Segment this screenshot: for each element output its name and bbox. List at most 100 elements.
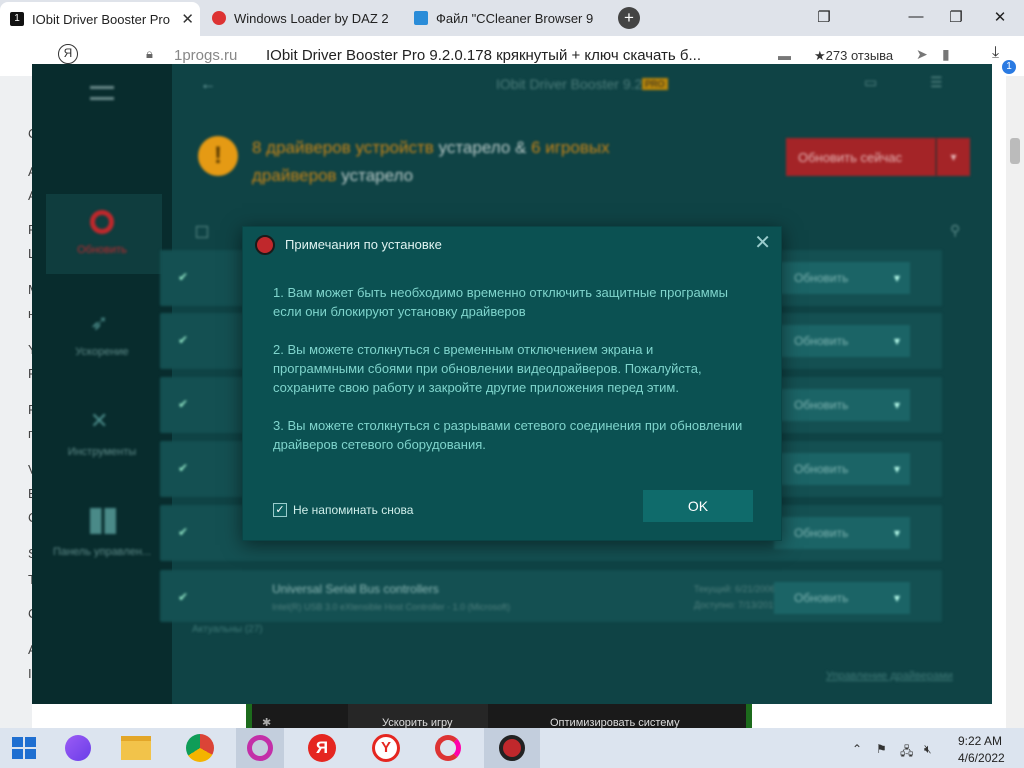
tab-ccleaner[interactable]: Файл "CCleaner Browser 9 [404,4,600,32]
yandex-browser-button[interactable]: Y [362,728,410,768]
note-2: 2. Вы можете столкнуться с временным отк… [273,342,702,395]
file-explorer-button[interactable] [112,728,160,768]
sidebar-update-label: Обновить [77,244,127,256]
dialog-close-icon[interactable]: ✕ [754,233,771,253]
dont-remind-checkbox[interactable]: ✓ [273,503,287,517]
start-button[interactable] [0,728,48,768]
opera-icon [247,735,273,761]
network-icon[interactable]: 🖧︎ [900,742,913,763]
volume-muted-icon[interactable]: 🔇︎ [924,742,932,757]
ok-button[interactable]: OK [643,490,753,522]
alice-assistant-button[interactable] [54,728,102,768]
sidebar-boost-label[interactable]: Ускорение [32,346,172,358]
sidebar-update-active[interactable] [46,194,162,274]
chrome-icon [186,734,214,762]
row-update-button[interactable]: Обновить [774,262,910,294]
close-tab-icon[interactable]: ✕ [181,10,194,28]
yandex-logo-icon: Я [308,734,336,762]
scrollbar-thumb[interactable] [1010,138,1020,164]
browser-tab-bar: 1 IObit Driver Booster Pro ✕ Windows Loa… [0,0,1024,36]
usb-row-name: Universal Serial Bus controllers [272,582,439,596]
ccleaner-button[interactable] [424,728,472,768]
update-now-dropdown[interactable]: ▾ [936,138,970,176]
install-notes-dialog: Примечания по установке ✕ 1. Вам может б… [242,226,782,541]
tab-windows-loader[interactable]: Windows Loader by DAZ 2 [202,4,398,32]
row-update-button[interactable]: Обновить [774,389,910,421]
comment-icon[interactable]: ▬ [778,48,791,63]
note-3: 3. Вы можете столкнуться с разрывами сет… [273,418,743,452]
row-check-icon[interactable]: ✔ [178,333,188,347]
rocket-icon: ➶ [90,310,109,335]
tab-label: Windows Loader by DAZ 2 [234,10,389,26]
usb-row-device: Intel(R) USB 3.0 eXtensible Host Control… [272,602,511,612]
ccleaner-icon [435,735,461,761]
opera-button[interactable] [236,728,284,768]
page-scrollbar[interactable] [1006,76,1024,728]
up-to-date-count[interactable]: Актуальны (27) [192,624,263,635]
dont-remind-label[interactable]: Не напоминать снова [293,503,413,517]
manage-drivers-link[interactable]: Управление драйверами [826,670,953,682]
file-favicon-icon [414,11,428,25]
grid-icon [90,508,116,534]
app-sidebar: Обновить ➶ Ускорение ✕ Инструменты Панел… [32,64,172,704]
update-now-button[interactable]: Обновить сейчас [786,138,936,176]
address-domain[interactable]: 1progs.ru [174,47,237,64]
row-check-icon[interactable]: ✔ [178,461,188,475]
app-menu-icon[interactable]: ☰ [930,74,943,91]
sidebar-tools-label[interactable]: Инструменты [32,446,172,458]
pro-badge: PRO [642,78,668,90]
clock-time[interactable]: 9:22 AM [958,734,1002,748]
clock-date[interactable]: 4/6/2022 [958,751,1005,765]
select-all-checkbox[interactable] [196,226,208,238]
new-tab-button[interactable]: + [618,7,640,29]
site-favicon-icon: 1 [10,12,24,26]
status-headline: 8 драйверов устройств устарело & 6 игров… [252,134,682,190]
tab-label: IObit Driver Booster Pro [32,11,170,27]
driver-booster-icon [499,735,525,761]
driver-row-usb: ✔ Universal Serial Bus controllers Intel… [160,570,942,622]
row-update-button[interactable]: Обновить [774,517,910,549]
close-window-icon[interactable]: ✕ [990,8,1010,26]
usb-row-current: Текущий: 6/21/2006 [694,584,776,594]
app-title: IObit Driver Booster 9.2 [496,76,643,92]
tray-chevron-icon[interactable]: ⌃ [852,742,862,756]
feedback-icon[interactable]: ▭ [864,74,877,91]
tools-icon: ✕ [90,408,109,433]
reviews-link[interactable]: ★273 отзыва [814,48,893,64]
row-check-icon[interactable]: ✔ [178,270,188,284]
collections-icon[interactable]: ❐ [814,8,834,26]
minimize-icon[interactable]: — [906,8,926,25]
action-center-icon[interactable]: ⚑ [876,742,887,756]
row-update-button[interactable]: Обновить [774,325,910,357]
row-update-button[interactable]: Обновить [774,453,910,485]
update-now-label: Обновить сейчас [798,149,902,165]
status-text1: устарело & [433,138,532,157]
tab-driver-booster[interactable]: 1 IObit Driver Booster Pro ✕ [0,2,200,36]
site-favicon-icon [212,11,226,25]
driver-booster-logo-icon [255,235,275,255]
restore-icon[interactable]: ❐ [946,8,966,26]
tab-label: Файл "CCleaner Browser 9 [436,10,594,26]
menu-icon[interactable] [90,86,114,100]
row-check-icon[interactable]: ✔ [178,397,188,411]
row-check-icon[interactable]: ✔ [178,525,188,539]
download-icon[interactable]: ⤓ [992,44,999,62]
update-icon [90,210,114,234]
chrome-button[interactable] [176,728,224,768]
usb-row-available: Доступно: 7/13/2019 [694,600,779,610]
search-icon[interactable]: ⚲ [950,222,960,239]
yandex-icon[interactable]: Я [58,44,78,64]
folder-icon [121,736,151,760]
driver-booster-taskbar-button[interactable] [484,728,540,768]
share-icon[interactable]: ➤ [916,46,928,63]
back-arrow-icon[interactable]: ← [200,76,216,94]
status-devices: 8 драйверов устройств [252,138,434,157]
yandex-launcher-button[interactable]: Я [298,728,346,768]
row-update-button[interactable]: Обновить [774,582,910,614]
note-1: 1. Вам может быть необходимо временно от… [273,285,728,319]
page-title-address[interactable]: IObit Driver Booster Pro 9.2.0.178 крякн… [266,47,701,64]
sidebar-control-label[interactable]: Панель управлен... [32,546,172,558]
row-check-icon[interactable]: ✔ [178,590,188,604]
windows-logo-icon [12,737,36,759]
bookmark-icon[interactable]: ▮ [942,46,950,63]
